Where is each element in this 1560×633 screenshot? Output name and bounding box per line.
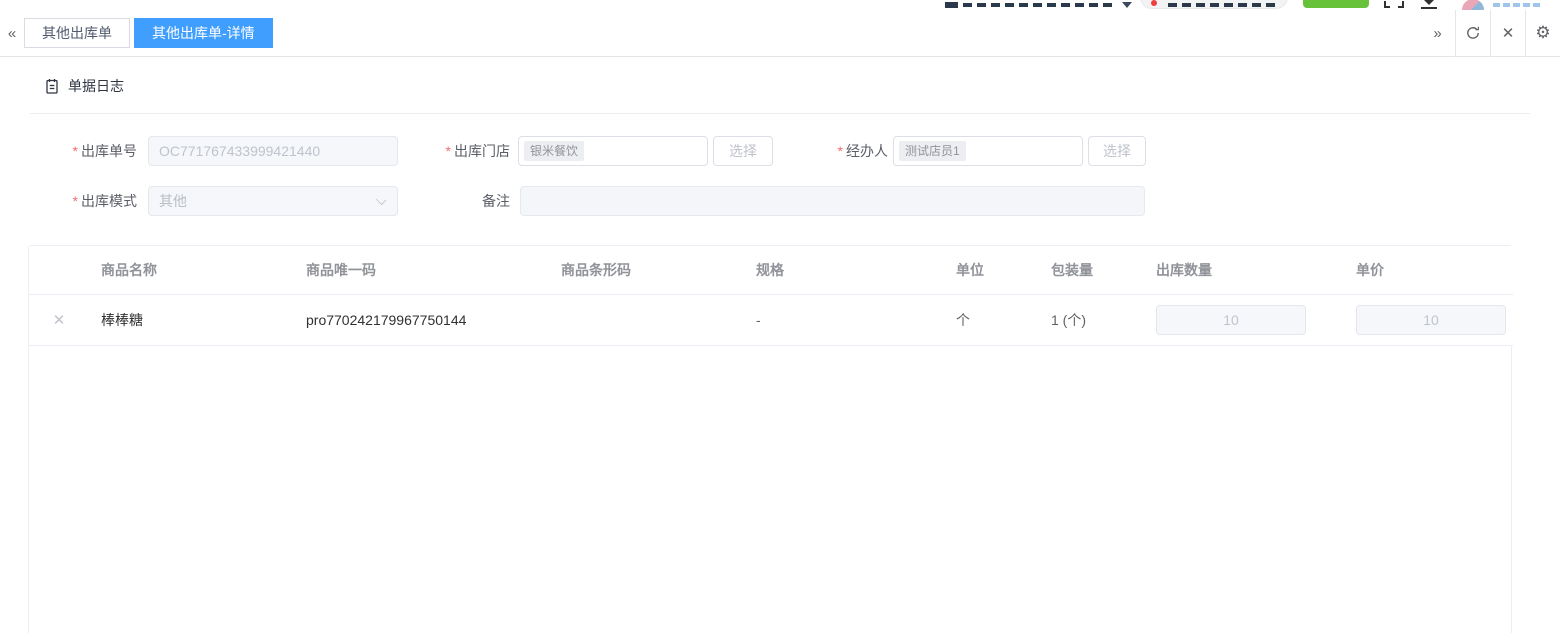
operator-tag: 测试店员1: [899, 141, 966, 161]
mode-select[interactable]: 其他: [148, 186, 398, 216]
cell-unique-code: pro770242179967750144: [294, 294, 549, 346]
primary-action-button[interactable]: [1303, 0, 1369, 8]
fullscreen-icon[interactable]: [1384, 1, 1390, 8]
price-input[interactable]: [1356, 304, 1506, 335]
operator-select-button[interactable]: 选择: [1088, 136, 1146, 166]
app-window: « 其他出库单 其他出库单-详情 » ✕ ⚙ 单据日志 * 出库单号 OC771…: [0, 0, 1560, 633]
tab-other-outbound-detail[interactable]: 其他出库单-详情: [134, 18, 273, 48]
close-icon[interactable]: ✕: [1490, 9, 1525, 57]
product-table: 商品名称 商品唯一码 商品条形码 规格 单位 包装量 出库数量 单价 ✕ 棒棒糖…: [28, 245, 1513, 633]
store-input[interactable]: 银米餐饮: [518, 136, 708, 166]
col-delete: [29, 246, 89, 295]
order-no-input[interactable]: [148, 136, 398, 166]
order-log-button[interactable]: 单据日志: [44, 72, 124, 100]
log-document-icon: [46, 78, 58, 94]
cell-barcode: [549, 294, 744, 346]
gear-icon[interactable]: ⚙: [1525, 9, 1560, 57]
tab-other-outbound-list[interactable]: 其他出库单: [24, 18, 130, 48]
collapse-tabs-icon[interactable]: «: [0, 25, 24, 42]
operator-input[interactable]: 测试店员1: [893, 136, 1083, 166]
quantity-input[interactable]: [1156, 304, 1306, 335]
status-pill-text: [1168, 3, 1276, 7]
fullscreen-icon[interactable]: [1398, 1, 1404, 8]
col-spec: 规格: [744, 246, 944, 295]
company-switcher[interactable]: [963, 3, 1113, 7]
chevron-down-icon: [375, 194, 387, 206]
delete-row-icon[interactable]: ✕: [53, 312, 66, 329]
cell-unit: 个: [944, 294, 1039, 346]
tab-list: 其他出库单 其他出库单-详情: [24, 18, 273, 48]
top-header-cutoff: [0, 0, 1560, 10]
download-icon[interactable]: [1424, 0, 1434, 5]
mode-label: * 出库模式: [72, 193, 137, 209]
remark-label: 备注: [482, 193, 510, 209]
col-quantity: 出库数量: [1144, 246, 1344, 295]
order-form: *出库单号 *出库门店 银米餐饮 选择 *经办人 测试店员1 选择 *出库模式 …: [0, 125, 1560, 235]
col-name: 商品名称: [89, 246, 294, 295]
col-price: 单价: [1344, 246, 1513, 295]
col-barcode: 商品条形码: [549, 246, 744, 295]
divider: [30, 113, 1530, 114]
col-unit: 单位: [944, 246, 1039, 295]
cell-spec: -: [744, 294, 944, 346]
table-row: ✕ 棒棒糖 pro770242179967750144 - 个 1 (个): [29, 294, 1513, 346]
company-icon: [945, 2, 958, 8]
expand-tabs-icon[interactable]: »: [1420, 10, 1455, 57]
cell-product-name: 棒棒糖: [89, 294, 294, 346]
notification-dot: [1151, 0, 1157, 6]
store-label: * 出库门店: [445, 143, 510, 159]
col-unique-code: 商品唯一码: [294, 246, 549, 295]
avatar[interactable]: [1462, 0, 1484, 10]
remark-input[interactable]: [520, 186, 1145, 216]
order-log-label: 单据日志: [68, 78, 124, 94]
username-text: [1493, 3, 1541, 7]
chevron-down-icon: [1122, 2, 1132, 8]
operator-label: * 经办人: [837, 143, 888, 159]
tab-bar: « 其他出库单 其他出库单-详情 » ✕ ⚙: [0, 9, 1560, 57]
cell-package: 1 (个): [1039, 294, 1144, 346]
col-package: 包装量: [1039, 246, 1144, 295]
refresh-icon[interactable]: [1455, 9, 1490, 57]
table-header-row: 商品名称 商品唯一码 商品条形码 规格 单位 包装量 出库数量 单价: [29, 246, 1513, 295]
store-tag: 银米餐饮: [524, 141, 585, 161]
order-no-label: * 出库单号: [72, 143, 137, 159]
store-select-button[interactable]: 选择: [713, 136, 773, 166]
